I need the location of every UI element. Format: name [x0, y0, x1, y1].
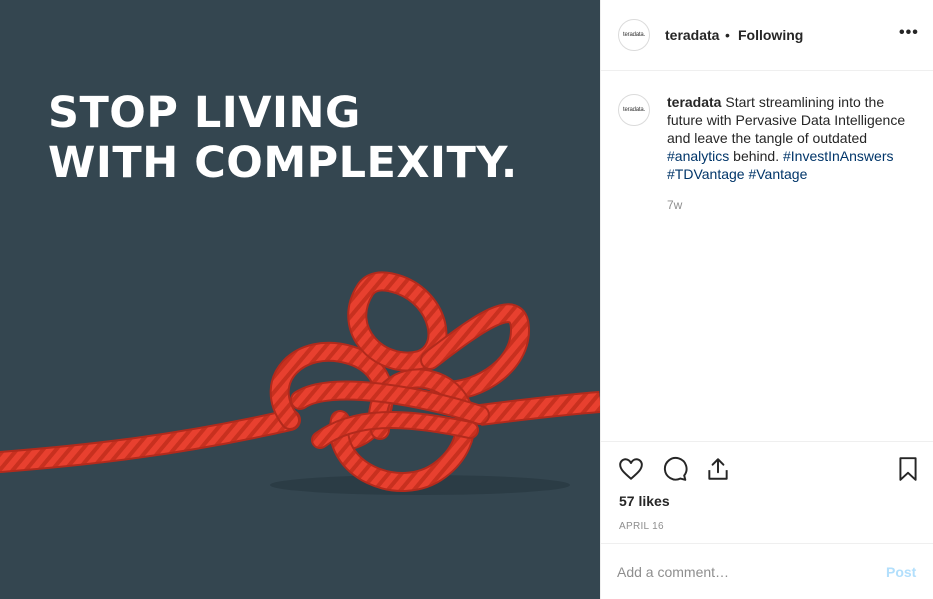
post-header: teradata. teradata • Following ••• — [601, 0, 933, 71]
caption-avatar-logo-text: teradata. — [623, 107, 645, 113]
header-separator: • — [725, 27, 730, 43]
caption-text: behind. — [729, 148, 783, 164]
hashtag-link[interactable]: #TDVantage — [667, 166, 745, 182]
post-date[interactable]: APRIL 16 — [619, 521, 664, 532]
following-button[interactable]: Following — [738, 27, 803, 43]
profile-avatar[interactable]: teradata. — [618, 19, 650, 51]
more-horizontal-icon[interactable]: ••• — [899, 24, 919, 42]
action-bar — [601, 441, 933, 501]
comment-icon[interactable] — [662, 456, 688, 482]
username-link[interactable]: teradata — [665, 27, 719, 43]
comment-bar: Post — [601, 543, 933, 599]
caption-username-link[interactable]: teradata — [667, 94, 721, 110]
post-side-panel: teradata. teradata • Following ••• terad… — [600, 0, 933, 599]
caption-avatar[interactable]: teradata. — [618, 94, 650, 126]
post-image[interactable]: STOP LIVING WITH COMPLEXITY. — [0, 0, 600, 599]
post-comment-button[interactable]: Post — [886, 564, 916, 580]
share-icon[interactable] — [705, 456, 731, 482]
heart-icon[interactable] — [618, 456, 644, 482]
likes-count[interactable]: 57 likes — [619, 493, 670, 509]
hashtag-link[interactable]: #analytics — [667, 148, 729, 164]
hashtag-link[interactable]: #Vantage — [748, 166, 807, 182]
red-rope-knot-graphic — [0, 271, 600, 495]
comment-input[interactable] — [617, 560, 867, 584]
caption-timestamp[interactable]: 7w — [667, 198, 682, 212]
bookmark-icon[interactable] — [895, 456, 921, 482]
hashtag-link[interactable]: #InvestInAnswers — [783, 148, 894, 164]
post-caption: teradata Start streamlining into the fut… — [667, 93, 921, 183]
avatar-logo-text: teradata. — [623, 32, 645, 38]
